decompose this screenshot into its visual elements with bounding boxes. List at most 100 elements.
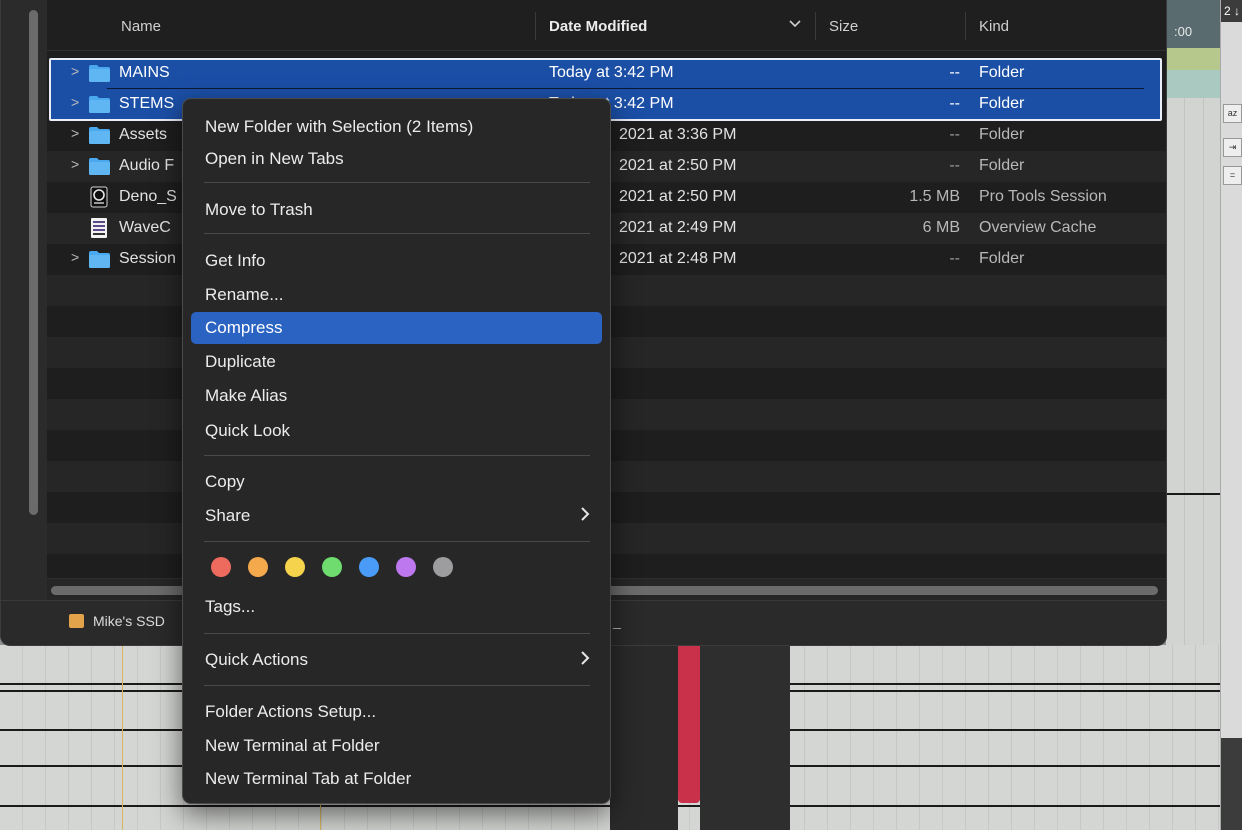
menu-item-copy[interactable]: Copy	[191, 466, 602, 498]
column-name[interactable]: Name	[121, 18, 161, 35]
tag-orange-dot[interactable]	[248, 557, 268, 577]
disclosure-chevron-icon[interactable]: >	[71, 94, 79, 110]
file-date: 2021 at 2:50 PM	[619, 157, 737, 174]
submenu-chevron-right-icon	[580, 505, 590, 526]
table-row[interactable]: > MAINS Today at 3:42 PM -- Folder	[47, 58, 1166, 89]
file-date: 2021 at 2:49 PM	[619, 219, 737, 236]
menu-item-share[interactable]: Share	[191, 500, 602, 532]
column-kind[interactable]: Kind	[979, 18, 1009, 35]
menu-item-label: New Terminal at Folder	[205, 736, 380, 755]
bg-collapse-icon[interactable]: =	[1223, 166, 1242, 185]
file-size: 1.5 MB	[909, 188, 960, 205]
disclosure-chevron-icon[interactable]: >	[71, 63, 79, 79]
bg-audio-clip[interactable]	[678, 645, 700, 803]
bg-green-strip	[1166, 48, 1220, 70]
disclosure-chevron-icon[interactable]: >	[71, 156, 79, 172]
folder-icon	[89, 251, 110, 268]
file-size: --	[949, 95, 960, 112]
menu-item-label: Quick Look	[205, 421, 291, 440]
tag-green-dot[interactable]	[322, 557, 342, 577]
tag-blue-dot[interactable]	[359, 557, 379, 577]
bg-grid-marker	[122, 645, 123, 830]
file-kind: Folder	[979, 64, 1025, 81]
file-date: 2021 at 2:50 PM	[619, 188, 737, 205]
tag-yellow-dot[interactable]	[285, 557, 305, 577]
submenu-chevron-right-icon	[580, 649, 590, 670]
menu-item-label: Copy	[205, 472, 245, 491]
bg-timecode-panel: :00	[1166, 0, 1220, 48]
menu-item-duplicate[interactable]: Duplicate	[191, 346, 602, 378]
menu-item-label: Duplicate	[205, 352, 276, 371]
menu-item-compress[interactable]: Compress	[191, 312, 602, 344]
menu-item-label: Compress	[205, 318, 283, 337]
file-size: --	[949, 126, 960, 143]
column-header: Name Date Modified Size Kind	[47, 0, 1166, 51]
file-size: --	[949, 157, 960, 174]
file-name: Deno_S	[119, 188, 177, 205]
file-kind: Folder	[979, 95, 1025, 112]
menu-item-label: Open in New Tabs	[205, 149, 344, 168]
folder-icon	[89, 65, 110, 82]
file-kind: Folder	[979, 250, 1025, 267]
menu-item-get-info[interactable]: Get Info	[191, 245, 602, 277]
bg-az-sort-icon[interactable]: az	[1223, 104, 1242, 123]
file-name: STEMS	[119, 95, 175, 112]
menu-item-label: Tags...	[205, 597, 256, 616]
menu-item-rename[interactable]: Rename...	[191, 279, 602, 311]
file-name: MAINS	[119, 64, 170, 81]
menu-item-label: Folder Actions Setup...	[205, 702, 377, 721]
path-trail: _	[613, 613, 621, 629]
context-menu: New Folder with Selection (2 Items) Open…	[182, 98, 611, 804]
menu-item-tags[interactable]: Tags...	[191, 591, 602, 623]
file-name: Session	[119, 250, 176, 267]
file-date: 2021 at 2:48 PM	[619, 250, 737, 267]
menu-item-make-alias[interactable]: Make Alias	[191, 380, 602, 412]
menu-separator	[204, 233, 590, 234]
sort-chevron-down-icon[interactable]	[789, 16, 801, 33]
path-drive-label[interactable]: Mike's SSD	[93, 613, 165, 629]
file-name: Audio F	[119, 157, 175, 174]
menu-item-quick-look[interactable]: Quick Look	[191, 415, 602, 447]
menu-separator	[204, 633, 590, 634]
menu-item-quick-actions[interactable]: Quick Actions	[191, 644, 602, 676]
file-size: --	[949, 64, 960, 81]
menu-item-label: Rename...	[205, 285, 284, 304]
bg-timecode-text: :00	[1174, 24, 1193, 39]
disclosure-chevron-icon[interactable]: >	[71, 125, 79, 141]
menu-item-new-terminal-at-folder[interactable]: New Terminal at Folder	[191, 730, 602, 762]
menu-item-new-terminal-tab-at-folder[interactable]: New Terminal Tab at Folder	[191, 763, 602, 795]
file-kind: Folder	[979, 157, 1025, 174]
file-size: --	[949, 250, 960, 267]
menu-item-open-in-new-tabs[interactable]: Open in New Tabs	[191, 143, 602, 175]
menu-item-move-to-trash[interactable]: Move to Trash	[191, 194, 602, 226]
tag-purple-dot[interactable]	[396, 557, 416, 577]
bg-scroll-thumb[interactable]	[1221, 738, 1242, 830]
folder-icon	[89, 96, 110, 113]
menu-item-label: Share	[205, 506, 251, 525]
menu-item-label: Make Alias	[205, 386, 288, 405]
overview-cache-icon	[91, 218, 107, 238]
menu-item-label: Quick Actions	[205, 650, 308, 669]
tag-red-dot[interactable]	[211, 557, 231, 577]
external-drive-icon	[69, 614, 84, 628]
tag-gray-dot[interactable]	[433, 557, 453, 577]
column-date-modified[interactable]: Date Modified	[549, 18, 647, 35]
disclosure-chevron-icon[interactable]: >	[71, 249, 79, 265]
file-kind: Overview Cache	[979, 219, 1097, 236]
menu-item-label: New Folder with Selection (2 Items)	[205, 117, 474, 136]
menu-separator	[204, 182, 590, 183]
folder-icon	[89, 158, 110, 175]
file-size: 6 MB	[922, 219, 960, 236]
menu-item-folder-actions-setup[interactable]: Folder Actions Setup...	[191, 696, 602, 728]
folder-icon	[89, 127, 110, 144]
menu-item-new-folder-with-selection[interactable]: New Folder with Selection (2 Items)	[191, 111, 602, 143]
file-date: Today at 3:42 PM	[549, 64, 674, 81]
bg-teal-strip	[1166, 70, 1220, 98]
bg-vertical-scroller[interactable]: 2 ↓ az ⇥ =	[1220, 0, 1242, 830]
bg-expand-icon[interactable]: ⇥	[1223, 138, 1242, 157]
sidebar-scrollbar[interactable]	[29, 10, 38, 515]
column-size[interactable]: Size	[829, 18, 858, 35]
pro-tools-session-icon	[90, 186, 108, 208]
file-name: Assets	[119, 126, 168, 143]
menu-item-label: New Terminal Tab at Folder	[205, 769, 412, 788]
